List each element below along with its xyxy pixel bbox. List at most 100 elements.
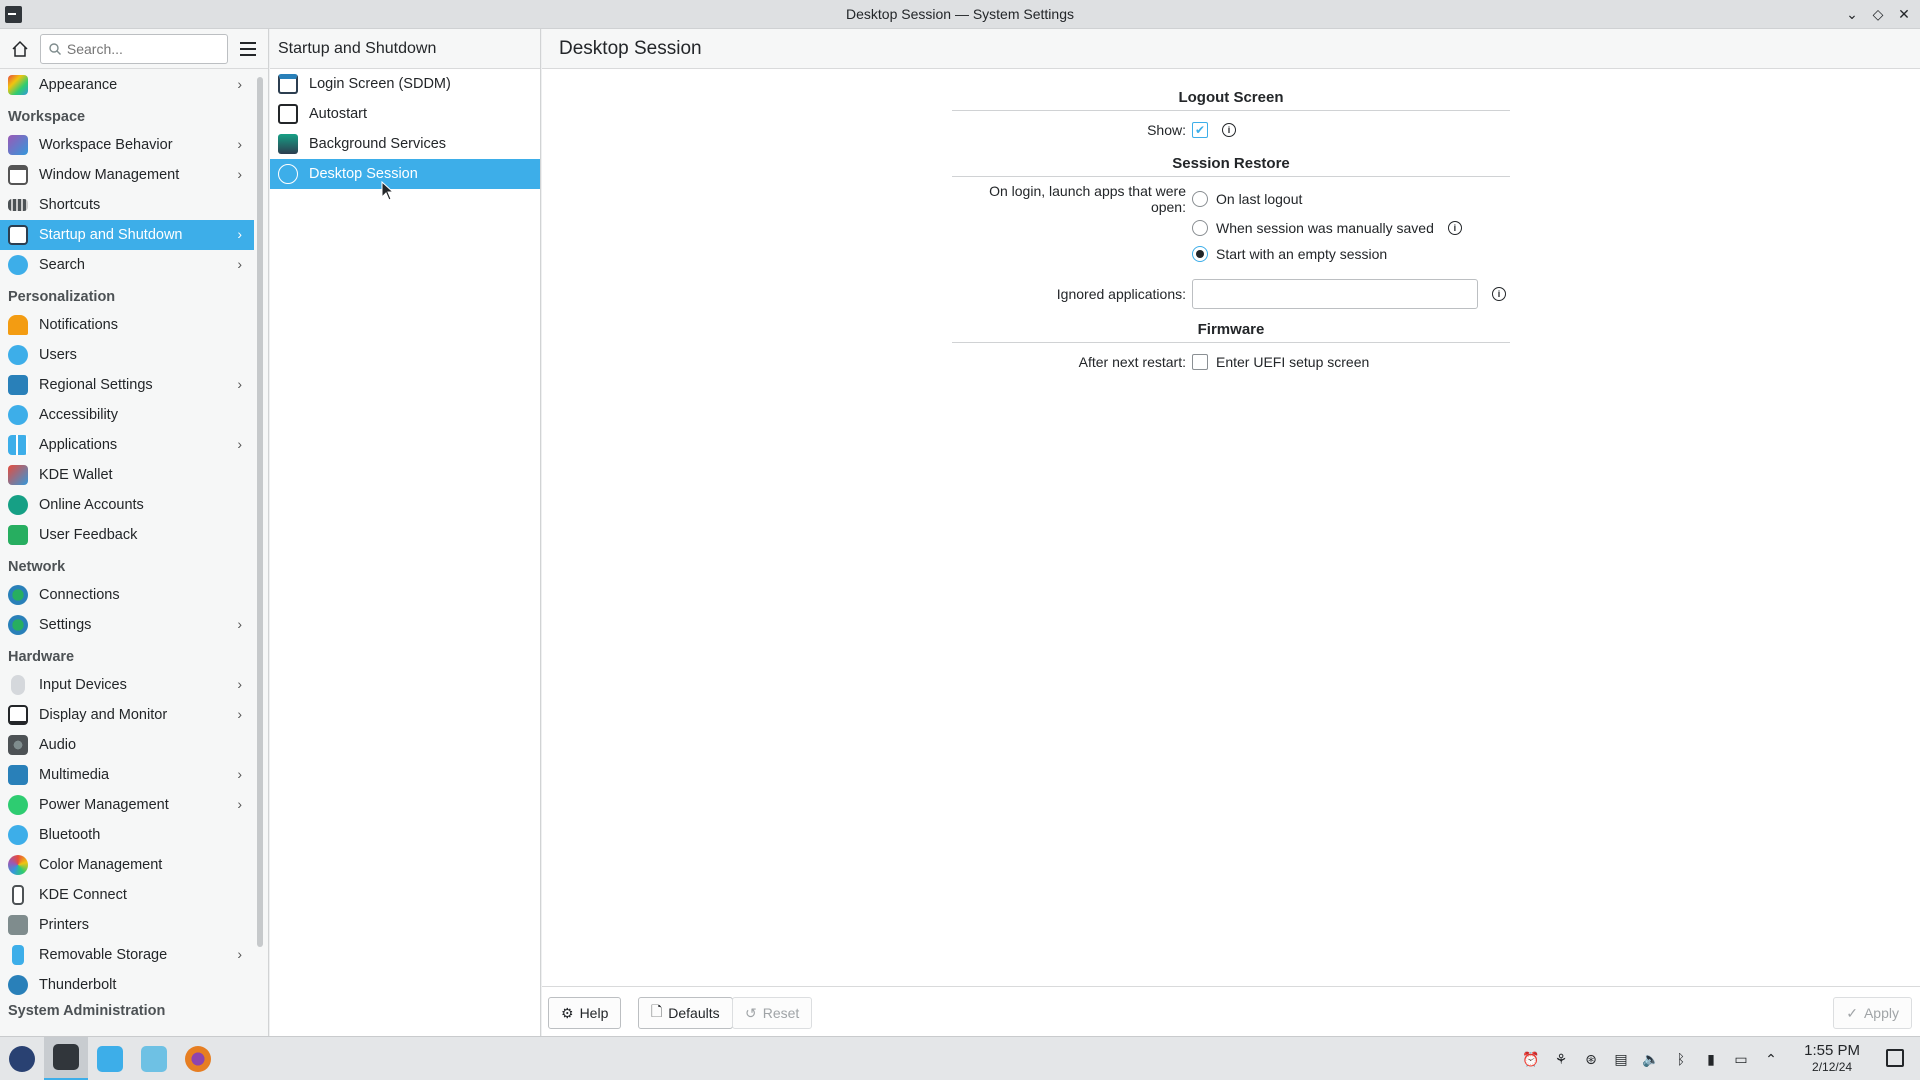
- search-icon: [49, 42, 61, 55]
- alarm-icon[interactable]: ⏰: [1522, 1050, 1540, 1068]
- ignored-apps-label: Ignored applications:: [1056, 286, 1186, 302]
- radio-empty-session[interactable]: [1192, 246, 1208, 262]
- radio-manually-saved[interactable]: [1192, 220, 1208, 236]
- sidebar-item-window-management[interactable]: Window Management ›: [0, 160, 254, 190]
- sidebar-item-power-management[interactable]: Power Management ›: [0, 790, 254, 820]
- radio-on-last-logout[interactable]: [1192, 191, 1208, 207]
- hamburger-menu-icon[interactable]: [236, 37, 260, 61]
- restore-option-last-logout[interactable]: On last logout: [1192, 191, 1302, 207]
- taskbar-system-settings[interactable]: [44, 1036, 88, 1080]
- home-icon[interactable]: [8, 37, 32, 61]
- sidebar-item-users[interactable]: Users: [0, 340, 254, 370]
- category-workspace: Workspace: [8, 109, 86, 125]
- sidebar-item-kde-wallet[interactable]: KDE Wallet: [0, 460, 254, 490]
- search-field[interactable]: [39, 33, 229, 64]
- checkmark-icon: ✓: [1846, 1004, 1858, 1021]
- info-icon[interactable]: i: [1492, 287, 1506, 301]
- restore-option-empty-session[interactable]: Start with an empty session: [1192, 246, 1387, 262]
- subcategory-title: Startup and Shutdown: [270, 29, 540, 69]
- logout-show-checkbox[interactable]: ✔: [1192, 122, 1208, 138]
- sidebar-item-multimedia[interactable]: Multimedia ›: [0, 760, 254, 790]
- chevron-right-icon: ›: [237, 256, 242, 272]
- sidebar-item-workspace-behavior[interactable]: Workspace Behavior ›: [0, 130, 254, 160]
- taskbar-file-manager[interactable]: [132, 1037, 176, 1080]
- maximize-button[interactable]: ◇: [1870, 4, 1886, 24]
- restore-option-row: On login, launch apps that were open: On…: [952, 183, 1510, 215]
- restore-option-manually-saved[interactable]: When session was manually saved i: [1192, 220, 1462, 236]
- application-launcher[interactable]: [0, 1037, 44, 1080]
- fedora-logo-icon: [9, 1045, 35, 1072]
- sidebar: Appearance › Workspace Workspace Behavio…: [0, 29, 269, 1036]
- folder-icon: [141, 1045, 167, 1072]
- kde-connect-tray-icon[interactable]: ⚘: [1552, 1050, 1570, 1068]
- sidebar-item-search[interactable]: Search ›: [0, 250, 254, 280]
- sidebar-item-connections[interactable]: Connections: [0, 580, 254, 610]
- subcategory-item-background-services[interactable]: Background Services: [270, 129, 540, 159]
- undo-icon: ↺: [745, 1004, 757, 1021]
- sidebar-item-appearance[interactable]: Appearance ›: [0, 70, 254, 100]
- sidebar-item-regional-settings[interactable]: Regional Settings ›: [0, 370, 254, 400]
- apply-button[interactable]: ✓ Apply: [1833, 997, 1912, 1029]
- sidebar-item-display-and-monitor[interactable]: Display and Monitor ›: [0, 700, 254, 730]
- category-system-administration: System Administration: [8, 1003, 166, 1019]
- info-icon[interactable]: i: [1447, 221, 1462, 235]
- sidebar-item-startup-and-shutdown[interactable]: Startup and Shutdown ›: [0, 220, 254, 250]
- clipboard-icon[interactable]: ▤: [1612, 1050, 1630, 1068]
- defaults-button[interactable]: 🗋 Defaults: [638, 997, 733, 1029]
- chevron-right-icon: ›: [237, 76, 242, 92]
- taskbar-firefox[interactable]: [176, 1037, 220, 1080]
- system-tray: ⏰ ⚘ ⊛ ▤ 🔈 ᛒ ▮ ▭ ⌃: [1522, 1037, 1780, 1080]
- sidebar-item-audio[interactable]: Audio: [0, 730, 254, 760]
- bluetooth-tray-icon[interactable]: ᛒ: [1672, 1050, 1690, 1068]
- chevron-right-icon: ›: [237, 226, 242, 242]
- uefi-option[interactable]: Enter UEFI setup screen: [1192, 354, 1369, 370]
- uefi-checkbox[interactable]: [1192, 354, 1208, 370]
- sidebar-item-network-settings[interactable]: Settings ›: [0, 610, 254, 640]
- sidebar-item-applications[interactable]: Applications ›: [0, 430, 254, 460]
- sidebar-item-shortcuts[interactable]: Shortcuts: [0, 190, 254, 220]
- thunderbolt-icon: [8, 975, 28, 995]
- battery-icon[interactable]: ▮: [1702, 1050, 1720, 1068]
- sidebar-item-user-feedback[interactable]: User Feedback: [0, 520, 254, 550]
- chevron-right-icon: ›: [237, 706, 242, 722]
- reset-button[interactable]: ↺ Reset: [732, 997, 813, 1029]
- volume-icon[interactable]: 🔈: [1642, 1050, 1660, 1068]
- sidebar-item-color-management[interactable]: Color Management: [0, 850, 254, 880]
- login-screen-icon: [278, 74, 298, 94]
- digital-clock[interactable]: 1:55 PM 2/12/24: [1804, 1043, 1860, 1075]
- minimize-button[interactable]: ⌄: [1844, 4, 1860, 24]
- sidebar-item-kde-connect[interactable]: KDE Connect: [0, 880, 254, 910]
- info-icon[interactable]: i: [1222, 123, 1236, 137]
- network-tray-icon[interactable]: ▭: [1732, 1050, 1750, 1068]
- clock-time: 1:55 PM: [1804, 1042, 1860, 1059]
- system-settings-icon: [53, 1044, 79, 1070]
- sidebar-item-accessibility[interactable]: Accessibility: [0, 400, 254, 430]
- search-settings-icon: [8, 255, 28, 275]
- users-icon: [8, 345, 28, 365]
- usb-drive-icon: [12, 945, 24, 965]
- sidebar-item-thunderbolt[interactable]: Thunderbolt: [0, 970, 254, 1000]
- tray-expand-icon[interactable]: ⌃: [1762, 1050, 1780, 1068]
- sidebar-item-input-devices[interactable]: Input Devices ›: [0, 670, 254, 700]
- sidebar-scrollbar[interactable]: [257, 77, 263, 947]
- workspace-behavior-icon: [8, 135, 28, 155]
- updates-icon[interactable]: ⊛: [1582, 1050, 1600, 1068]
- firmware-label: After next restart:: [1078, 354, 1186, 370]
- phone-icon: [12, 885, 24, 905]
- ignored-apps-input[interactable]: [1192, 279, 1478, 309]
- subcategory-item-desktop-session[interactable]: Desktop Session: [270, 159, 540, 189]
- sidebar-item-printers[interactable]: Printers: [0, 910, 254, 940]
- sidebar-item-bluetooth[interactable]: Bluetooth: [0, 820, 254, 850]
- taskbar-discover[interactable]: [88, 1037, 132, 1080]
- show-desktop-icon[interactable]: [1886, 1049, 1904, 1067]
- sidebar-item-notifications[interactable]: Notifications: [0, 310, 254, 340]
- printer-icon: [8, 915, 28, 935]
- search-input[interactable]: [66, 40, 217, 57]
- sidebar-item-removable-storage[interactable]: Removable Storage ›: [0, 940, 254, 970]
- sidebar-item-online-accounts[interactable]: Online Accounts: [0, 490, 254, 520]
- subcategory-item-login-screen[interactable]: Login Screen (SDDM): [270, 69, 540, 99]
- settings-form: Logout Screen Show: ✔ i Session Restore …: [952, 89, 1510, 375]
- help-button[interactable]: ⚙ Help: [548, 997, 622, 1029]
- subcategory-item-autostart[interactable]: Autostart: [270, 99, 540, 129]
- close-button[interactable]: ✕: [1896, 4, 1912, 24]
